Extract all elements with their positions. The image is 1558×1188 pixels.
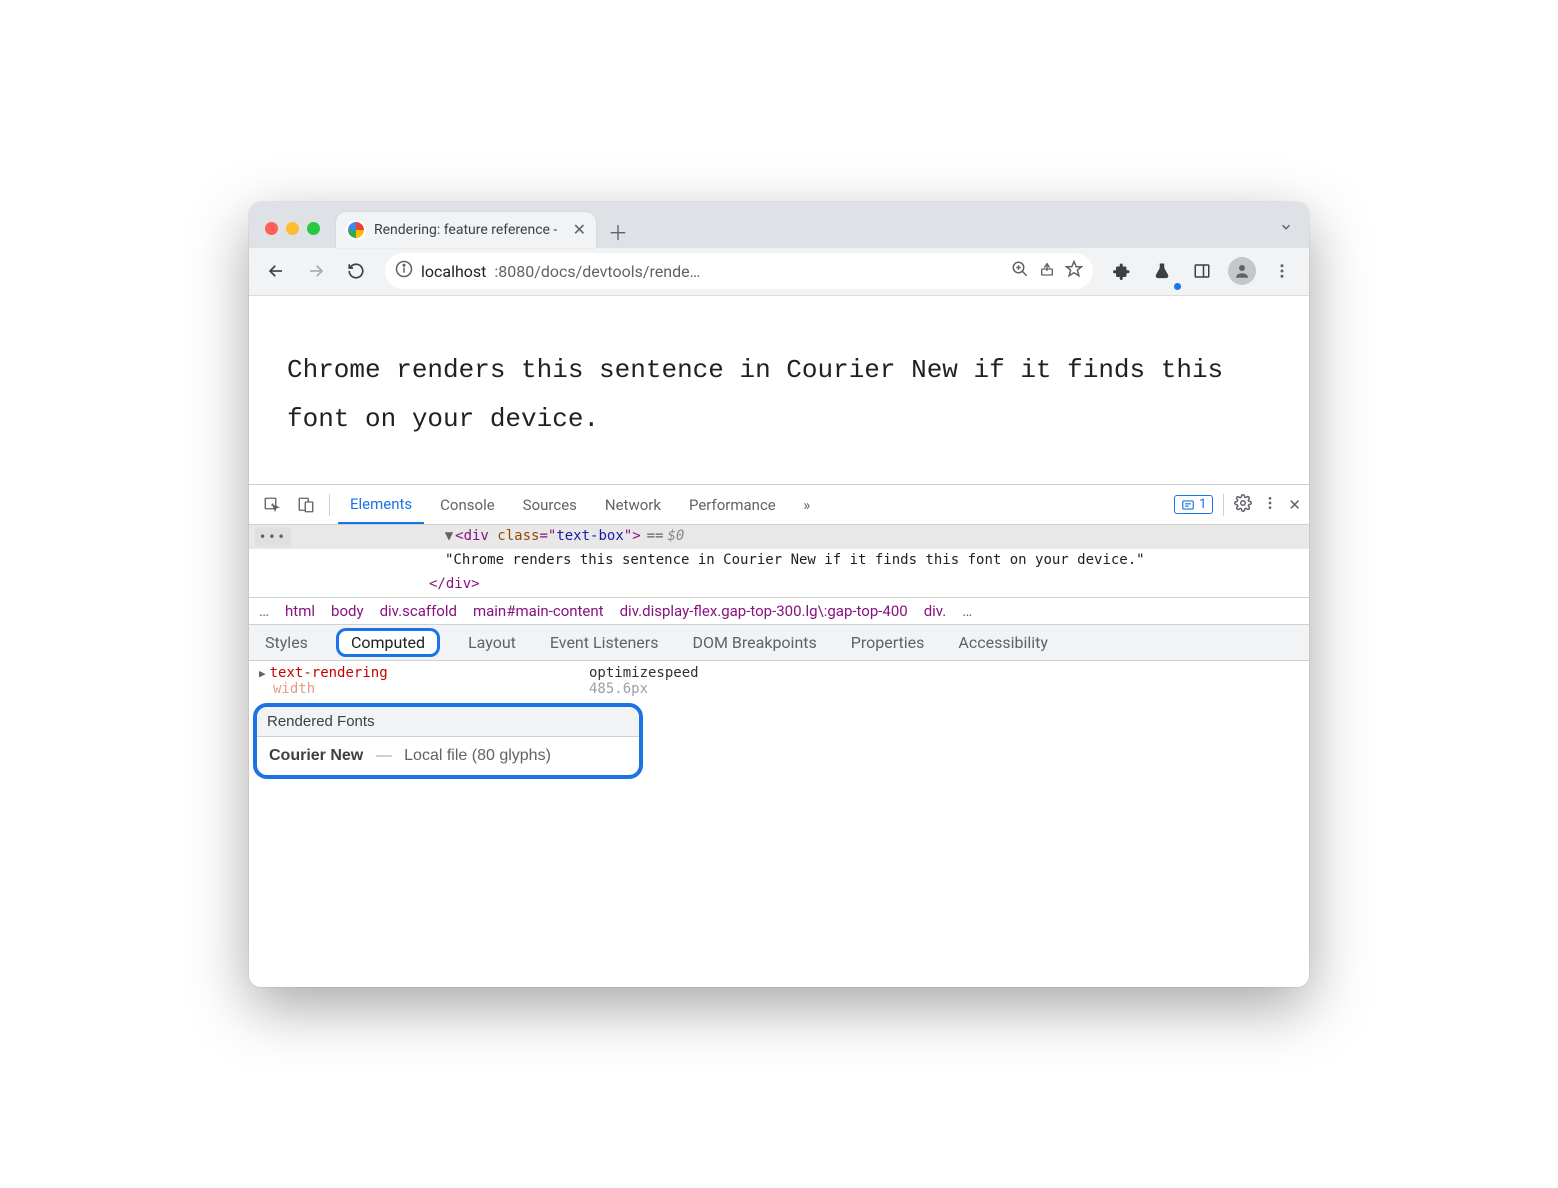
tab-strip: Rendering: feature reference - ✕ ＋ <box>249 202 1309 248</box>
styles-subtabs: Styles Computed Layout Event Listeners D… <box>249 625 1309 661</box>
issues-count: 1 <box>1199 497 1206 512</box>
breadcrumb-item[interactable]: body <box>331 602 364 620</box>
inspect-icon[interactable] <box>257 490 287 520</box>
new-tab-button[interactable]: ＋ <box>602 216 634 248</box>
closing-tag: </div> <box>429 576 480 592</box>
breadcrumb-item[interactable]: div. <box>924 602 947 620</box>
elements-tree[interactable]: ••• ▼<div class="text-box">==$0 "Chrome … <box>249 525 1309 596</box>
breadcrumb-left-overflow[interactable]: … <box>259 602 269 620</box>
sample-text: Chrome renders this sentence in Courier … <box>287 346 1271 445</box>
devtools-tabs: Elements Console Sources Network Perform… <box>249 485 1309 525</box>
selected-element[interactable]: ▼<div class="text-box">==$0 <box>439 525 685 549</box>
browser-window: Rendering: feature reference - ✕ ＋ local… <box>249 202 1309 987</box>
rendered-fonts-header: Rendered Fonts <box>257 707 639 737</box>
breadcrumb-item[interactable]: div.display-flex.gap-top-300.lg\:gap-top… <box>620 602 908 620</box>
address-bar[interactable]: localhost :8080/docs/devtools/rende… <box>385 253 1093 289</box>
subtab-layout[interactable]: Layout <box>462 631 522 654</box>
extensions-icon[interactable] <box>1105 254 1139 288</box>
tab-performance[interactable]: Performance <box>677 485 788 524</box>
font-name: Courier New <box>269 747 363 764</box>
tab-sources[interactable]: Sources <box>511 485 589 524</box>
back-button[interactable] <box>259 254 293 288</box>
tabs-menu-button[interactable] <box>1279 220 1293 238</box>
url-host: localhost <box>421 262 486 281</box>
zoom-icon[interactable] <box>1011 260 1029 282</box>
browser-tab[interactable]: Rendering: feature reference - ✕ <box>336 212 596 248</box>
element-text-content: "Chrome renders this sentence in Courier… <box>249 549 1309 573</box>
dom-breadcrumb[interactable]: … html body div.scaffold main#main-conte… <box>249 597 1309 625</box>
subtab-styles[interactable]: Styles <box>259 631 314 654</box>
devtools-menu-icon[interactable] <box>1262 495 1278 515</box>
issues-badge[interactable]: 1 <box>1174 495 1213 514</box>
site-info-icon[interactable] <box>395 260 413 282</box>
minimize-window-button[interactable] <box>286 222 299 235</box>
tab-title: Rendering: feature reference - <box>374 222 565 238</box>
side-panel-icon[interactable] <box>1185 254 1219 288</box>
expand-icon[interactable]: ▶ <box>259 667 266 680</box>
close-window-button[interactable] <box>265 222 278 235</box>
forward-button[interactable] <box>299 254 333 288</box>
maximize-window-button[interactable] <box>307 222 320 235</box>
computed-row[interactable]: ▶text-rendering optimizespeed <box>249 665 1309 681</box>
url-path: :8080/docs/devtools/rende… <box>494 262 700 281</box>
rendered-font-entry: Courier New — Local file (80 glyphs) <box>257 737 639 775</box>
expand-toggle-icon[interactable]: ▼ <box>445 528 453 544</box>
subtab-properties[interactable]: Properties <box>845 631 931 654</box>
computed-row[interactable]: width 485.6px <box>249 681 1309 697</box>
tab-network[interactable]: Network <box>593 485 673 524</box>
devtools-panel: Elements Console Sources Network Perform… <box>249 484 1309 986</box>
tab-console[interactable]: Console <box>428 485 507 524</box>
reload-button[interactable] <box>339 254 373 288</box>
subtab-event-listeners[interactable]: Event Listeners <box>544 631 665 654</box>
breadcrumb-item[interactable]: div.scaffold <box>380 602 457 620</box>
subtab-accessibility[interactable]: Accessibility <box>952 631 1054 654</box>
subtab-dom-breakpoints[interactable]: DOM Breakpoints <box>686 631 822 654</box>
collapsed-ellipsis-icon[interactable]: ••• <box>255 527 291 547</box>
close-tab-button[interactable]: ✕ <box>573 220 586 239</box>
computed-panel: ▶text-rendering optimizespeed width 485.… <box>249 661 1309 779</box>
breadcrumb-item[interactable]: html <box>285 602 315 620</box>
rendered-fonts-section: Rendered Fonts Courier New — Local file … <box>249 703 1309 779</box>
page-content: Chrome renders this sentence in Courier … <box>249 296 1309 485</box>
tab-elements[interactable]: Elements <box>338 485 424 524</box>
experiments-icon[interactable] <box>1145 254 1179 288</box>
browser-menu-button[interactable] <box>1265 254 1299 288</box>
bookmark-icon[interactable] <box>1065 260 1083 282</box>
breadcrumb-item[interactable]: main#main-content <box>473 602 604 620</box>
subtab-computed[interactable]: Computed <box>336 628 440 657</box>
share-icon[interactable] <box>1039 261 1055 281</box>
font-source: Local file (80 glyphs) <box>404 747 551 764</box>
close-devtools-button[interactable]: ✕ <box>1288 496 1301 514</box>
breadcrumb-right-overflow[interactable]: … <box>962 602 972 620</box>
device-toggle-icon[interactable] <box>291 490 321 520</box>
browser-toolbar: localhost :8080/docs/devtools/rende… <box>249 248 1309 296</box>
chrome-favicon-icon <box>346 220 366 240</box>
avatar-icon <box>1228 257 1256 285</box>
window-controls <box>265 222 320 235</box>
settings-icon[interactable] <box>1234 494 1252 516</box>
profile-button[interactable] <box>1225 254 1259 288</box>
more-tabs-icon[interactable]: » <box>792 490 822 520</box>
notification-dot-icon <box>1174 283 1181 290</box>
